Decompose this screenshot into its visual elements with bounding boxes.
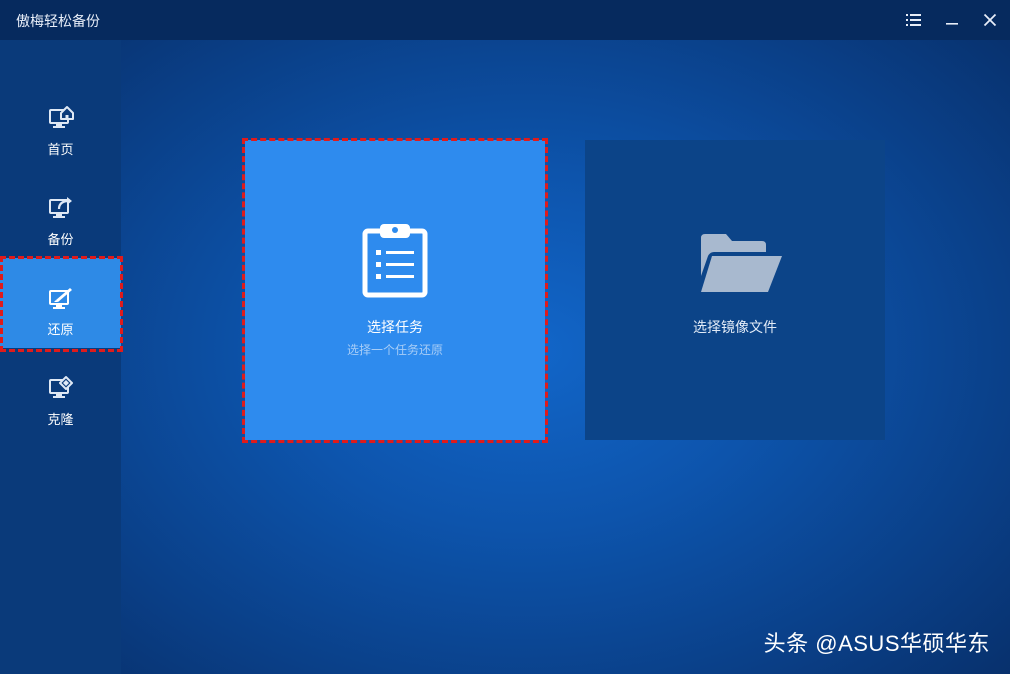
select-task-card[interactable]: 选择任务 选择一个任务还原	[245, 140, 545, 440]
sidebar-item-clone[interactable]: 克隆	[0, 362, 121, 452]
sidebar-item-restore[interactable]: 还原	[0, 258, 121, 348]
minimize-button[interactable]	[938, 6, 966, 34]
card-subtitle: 选择一个任务还原	[346, 343, 443, 357]
sidebar-item-home[interactable]: 首页	[0, 92, 121, 182]
sidebar-item-label: 备份	[47, 233, 74, 248]
minimize-icon	[946, 23, 958, 25]
sidebar-item-label: 还原	[47, 323, 74, 338]
sidebar-item-label: 克隆	[47, 413, 74, 428]
select-image-file-card[interactable]: 选择镜像文件	[585, 140, 885, 440]
clipboard-list-icon	[362, 224, 428, 298]
monitor-restore-icon	[49, 288, 72, 309]
watermark: 头条 @ASUS华硕华东	[763, 631, 990, 656]
close-icon	[983, 13, 997, 27]
folder-open-icon	[701, 234, 782, 292]
monitor-backup-icon	[49, 197, 72, 218]
sidebar: 首页 备份 还原 克隆	[0, 40, 121, 674]
monitor-home-icon	[49, 106, 74, 128]
app-title: 傲梅轻松备份	[16, 14, 100, 30]
app-window: 傲梅轻松备份 首页 备份 还原 克隆 选择任务 选择一个任务还原 选择镜像文件 …	[0, 0, 1010, 674]
menu-button[interactable]	[900, 6, 928, 34]
card-title: 选择任务	[367, 320, 423, 336]
monitor-clone-icon	[49, 376, 73, 398]
title-bar: 傲梅轻松备份	[0, 0, 1010, 40]
card-title: 选择镜像文件	[693, 320, 777, 336]
list-icon	[906, 14, 921, 26]
sidebar-item-label: 首页	[47, 143, 74, 158]
close-button[interactable]	[976, 6, 1004, 34]
